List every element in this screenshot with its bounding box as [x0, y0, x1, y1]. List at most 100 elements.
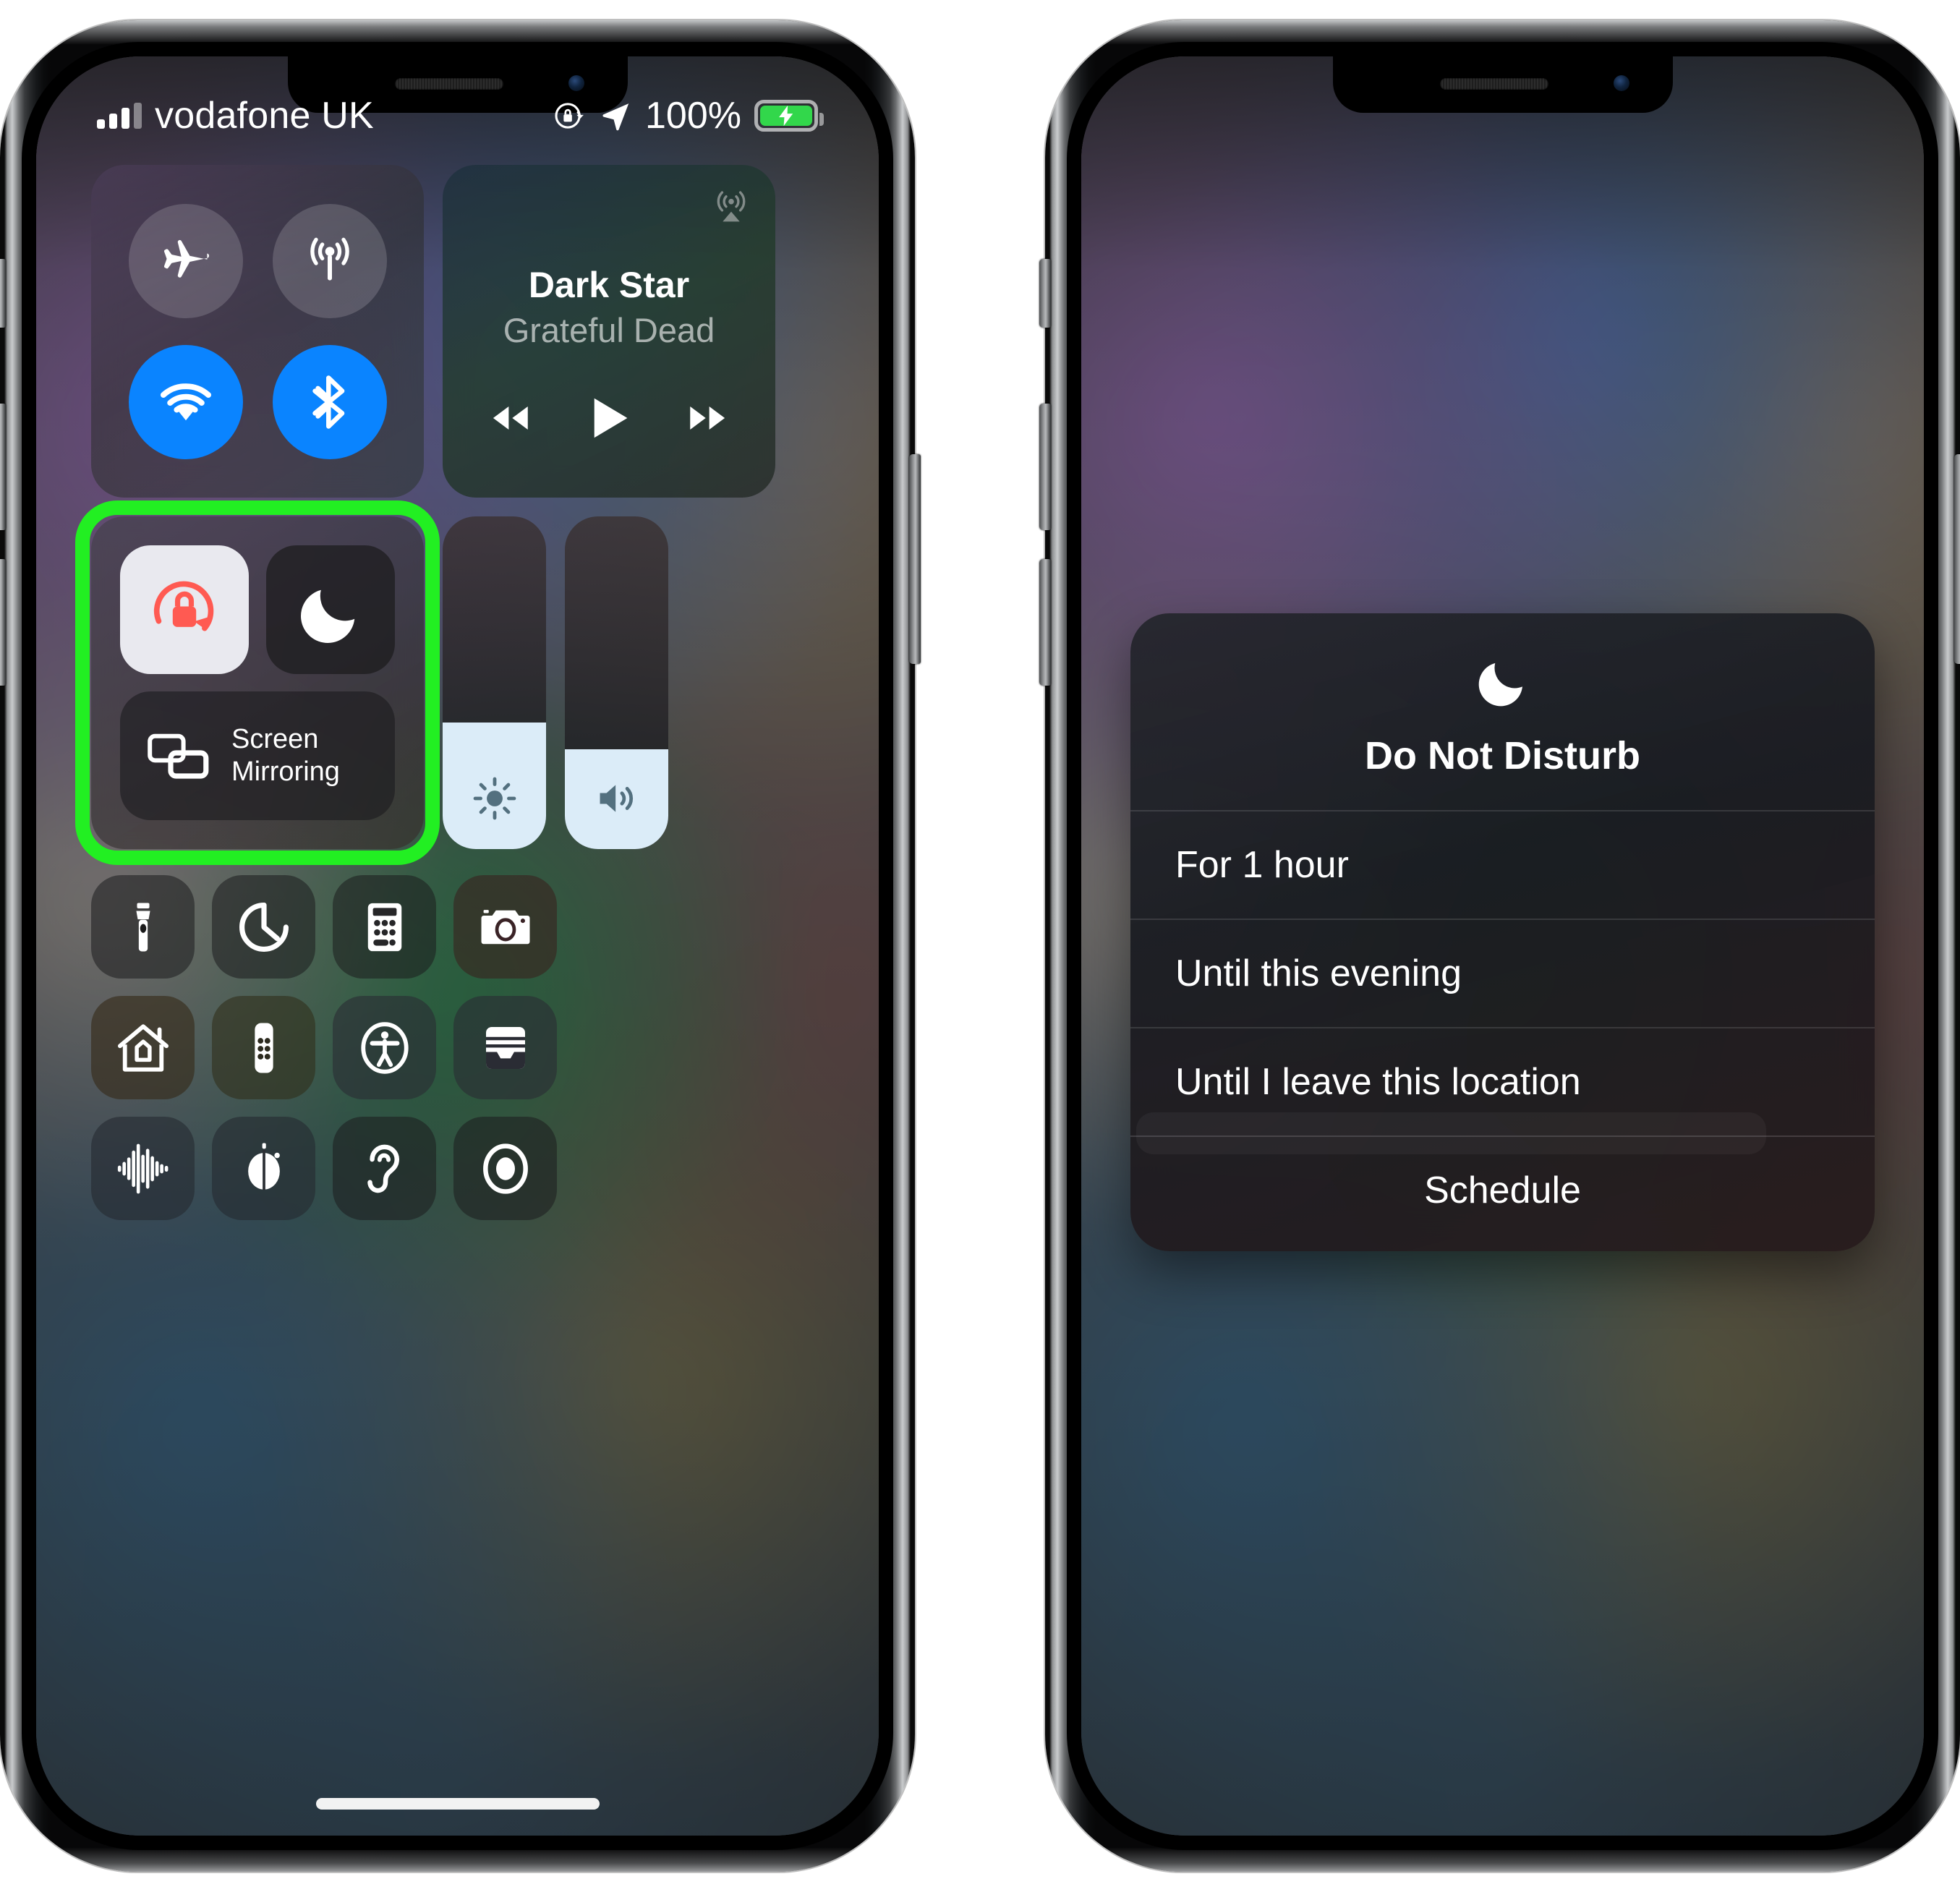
volume-slider-fill	[565, 749, 668, 849]
rotation-lock-icon	[153, 581, 214, 631]
accessibility-icon	[360, 1021, 409, 1074]
stopwatch-button[interactable]	[212, 1117, 315, 1220]
dnd-title: Do Not Disturb	[1365, 734, 1640, 777]
tv-remote-icon	[254, 1022, 273, 1073]
bluetooth-button[interactable]	[272, 344, 387, 459]
home-house-icon	[117, 1023, 169, 1072]
notch	[1332, 56, 1673, 113]
home-indicator[interactable]	[315, 1798, 600, 1810]
mute-switch[interactable]	[0, 259, 6, 328]
dnd-option-label: Until I leave this location	[1175, 1061, 1581, 1103]
volume-down-button[interactable]	[0, 559, 6, 686]
stopwatch-icon	[247, 1142, 280, 1190]
airplay-audio-icon[interactable]	[712, 187, 751, 226]
control-center: Dark Star Grateful Dead Screen Mirroring	[36, 165, 879, 1836]
moon-icon	[301, 589, 355, 643]
volume-down-button[interactable]	[1039, 559, 1051, 686]
screen-recording-button[interactable]	[453, 1117, 557, 1220]
play-icon[interactable]	[581, 391, 636, 446]
wifi-button[interactable]	[128, 344, 243, 459]
app-row-1	[91, 875, 824, 979]
hearing-button[interactable]	[333, 1117, 436, 1220]
left-phone-screen: vodafone UK 100% Dark Star Grateful Dead…	[36, 56, 879, 1836]
rewind-icon[interactable]	[486, 394, 534, 442]
screen-mirroring-icon	[148, 733, 209, 779]
brightness-slider[interactable]	[443, 516, 546, 849]
wallet-icon	[485, 1026, 525, 1069]
app-row-2	[91, 996, 824, 1099]
status-bar-right: 100%	[553, 94, 824, 137]
cellular-data-button[interactable]	[272, 203, 387, 318]
dnd-option-for-1-hour[interactable]: For 1 hour	[1130, 811, 1875, 920]
connectivity-module[interactable]	[91, 165, 424, 498]
earpiece-speaker	[1439, 78, 1548, 90]
cellular-signal-icon	[97, 103, 142, 129]
flashlight-icon	[135, 903, 150, 951]
apple-tv-remote-button[interactable]	[212, 996, 315, 1099]
right-phone-screen: Do Not Disturb For 1 hour Until this eve…	[1081, 56, 1924, 1836]
cc-row-second: Screen Mirroring	[91, 516, 824, 849]
flashlight-button[interactable]	[91, 875, 195, 979]
left-iphone-device: vodafone UK 100% Dark Star Grateful Dead…	[0, 20, 921, 1872]
screen-mirroring-line1: Screen	[231, 724, 319, 755]
moon-icon	[1478, 662, 1522, 707]
airplane-mode-button[interactable]	[128, 203, 243, 318]
now-playing-module[interactable]: Dark Star Grateful Dead	[443, 165, 775, 498]
sliders-group	[443, 516, 668, 849]
bluetooth-icon	[312, 375, 344, 429]
volume-slider[interactable]	[565, 516, 668, 849]
status-bar-left: vodafone UK	[97, 94, 374, 137]
brightness-slider-fill	[443, 723, 546, 849]
timer-button[interactable]	[212, 875, 315, 979]
wifi-icon	[160, 383, 211, 420]
dnd-option-until-this-evening[interactable]: Until this evening	[1130, 920, 1875, 1028]
voice-memos-button[interactable]	[91, 1117, 195, 1220]
side-power-button[interactable]	[1954, 454, 1960, 664]
side-power-button[interactable]	[909, 454, 921, 664]
volume-up-button[interactable]	[1039, 404, 1051, 530]
ear-hearing-icon	[367, 1144, 399, 1193]
front-camera	[1613, 75, 1629, 91]
cellular-antenna-icon	[310, 237, 349, 281]
app-shortcuts	[91, 875, 824, 1220]
do-not-disturb-sheet: Do Not Disturb For 1 hour Until this eve…	[1130, 613, 1875, 1251]
voice-waveform-icon	[117, 1143, 168, 1193]
location-arrow-icon	[602, 103, 629, 131]
dnd-option-until-i-leave-this-location[interactable]: Until I leave this location	[1130, 1028, 1875, 1154]
screen-mirroring-button[interactable]: Screen Mirroring	[120, 691, 395, 820]
track-artist: Grateful Dead	[503, 310, 715, 349]
accessibility-shortcuts-button[interactable]	[333, 996, 436, 1099]
calculator-icon	[367, 903, 401, 951]
airplane-icon	[163, 239, 209, 278]
track-title: Dark Star	[528, 264, 690, 305]
app-row-3	[91, 1117, 824, 1220]
carrier-label: vodafone UK	[155, 95, 374, 137]
screen-mirroring-line2: Mirroring	[231, 757, 340, 787]
mute-switch[interactable]	[1039, 259, 1051, 328]
speaker-wave-icon	[600, 785, 633, 812]
screenshot-stage: vodafone UK 100% Dark Star Grateful Dead…	[0, 0, 1960, 1892]
cc-row-top: Dark Star Grateful Dead	[91, 165, 824, 498]
screen-mirroring-label: Screen Mirroring	[231, 723, 340, 788]
dnd-sheet-header: Do Not Disturb	[1130, 613, 1875, 811]
calculator-button[interactable]	[333, 875, 436, 979]
screen-record-icon	[482, 1143, 528, 1194]
toggles-top-row	[120, 545, 395, 674]
camera-button[interactable]	[453, 875, 557, 979]
volume-up-button[interactable]	[0, 404, 6, 530]
dnd-options-list: For 1 hour Until this evening Until I le…	[1130, 811, 1875, 1154]
charging-bolt-icon	[779, 105, 793, 127]
home-button[interactable]	[91, 996, 195, 1099]
left-phone-bezel: vodafone UK 100% Dark Star Grateful Dead…	[22, 42, 893, 1850]
toggles-module: Screen Mirroring	[91, 516, 424, 849]
rotation-lock-icon	[555, 103, 584, 129]
status-bar: vodafone UK 100%	[36, 87, 879, 145]
timer-icon	[239, 902, 289, 952]
fast-forward-icon[interactable]	[684, 394, 732, 442]
do-not-disturb-toggle[interactable]	[266, 545, 395, 674]
wallet-button[interactable]	[453, 996, 557, 1099]
right-phone-bezel: Do Not Disturb For 1 hour Until this eve…	[1067, 42, 1938, 1850]
rotation-lock-toggle[interactable]	[120, 545, 249, 674]
right-iphone-device: Do Not Disturb For 1 hour Until this eve…	[1039, 20, 1960, 1872]
brightness-sun-icon	[473, 777, 516, 820]
